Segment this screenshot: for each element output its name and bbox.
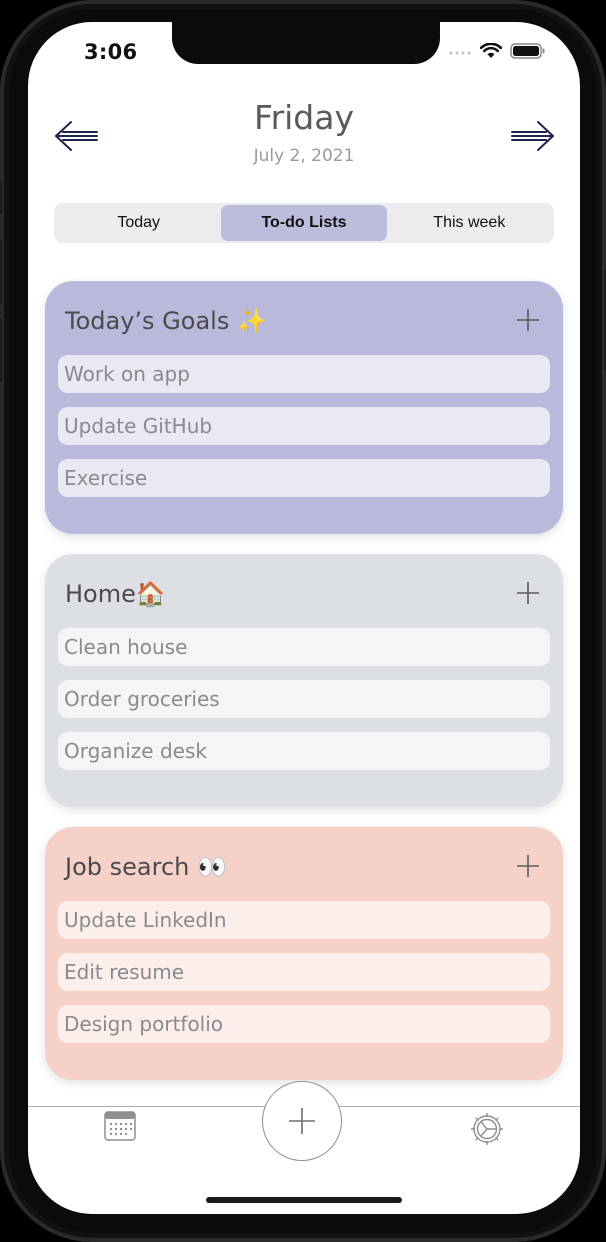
volume-up-button: [0, 240, 2, 304]
task-item[interactable]: Design portfolio: [58, 1005, 550, 1043]
list-title: Today’s Goals ✨: [65, 307, 267, 335]
list-title: Job search 👀: [65, 853, 227, 881]
add-task-button[interactable]: [515, 307, 541, 333]
notch: [172, 22, 440, 64]
segment-today[interactable]: Today: [56, 205, 221, 241]
calendar-icon: [104, 1111, 136, 1141]
task-item[interactable]: Work on app: [58, 355, 550, 393]
task-item[interactable]: Update LinkedIn: [58, 901, 550, 939]
calendar-tab[interactable]: [104, 1111, 136, 1146]
battery-icon: [510, 43, 545, 59]
next-day-button[interactable]: [508, 119, 556, 153]
add-list-button[interactable]: [262, 1081, 342, 1161]
add-task-button[interactable]: [515, 580, 541, 606]
list-card-job-search: Job search 👀 Update LinkedIn Edit resume…: [45, 827, 563, 1080]
plus-icon: [517, 582, 539, 604]
arrow-right-icon: [511, 121, 554, 151]
mute-switch: [0, 180, 2, 214]
plus-icon: [517, 309, 539, 331]
list-title: Home🏠: [65, 580, 166, 608]
task-item[interactable]: Update GitHub: [58, 407, 550, 445]
status-icons: [448, 43, 546, 59]
date-subtitle: July 2, 2021: [253, 146, 355, 166]
task-item[interactable]: Edit resume: [58, 953, 550, 991]
signal-icon: [449, 51, 471, 55]
plus-icon: [517, 855, 539, 877]
volume-down-button: [0, 318, 2, 382]
settings-tab[interactable]: [469, 1111, 505, 1152]
screen: 3:06 Friday July 2, 2021 Today To-do Lis…: [28, 22, 580, 1214]
segment-todo-lists[interactable]: To-do Lists: [221, 205, 387, 241]
wifi-icon: [480, 43, 502, 58]
task-item[interactable]: Clean house: [58, 628, 550, 666]
task-item[interactable]: Exercise: [58, 459, 550, 497]
settings-icon: [471, 1113, 503, 1145]
segment-this-week[interactable]: This week: [387, 205, 552, 241]
view-segmented-control: Today To-do Lists This week: [54, 203, 554, 243]
list-card-home: Home🏠 Clean house Order groceries Organi…: [45, 554, 563, 807]
task-item[interactable]: Organize desk: [58, 732, 550, 770]
add-task-button[interactable]: [515, 853, 541, 879]
home-indicator: [206, 1197, 402, 1203]
task-item[interactable]: Order groceries: [58, 680, 550, 718]
phone-frame: 3:06 Friday July 2, 2021 Today To-do Lis…: [0, 0, 606, 1242]
day-title: Friday: [253, 98, 354, 137]
plus-icon: [289, 1108, 315, 1134]
list-card-todays-goals: Today’s Goals ✨ Work on app Update GitHu…: [45, 281, 563, 534]
status-time: 3:06: [84, 40, 138, 64]
